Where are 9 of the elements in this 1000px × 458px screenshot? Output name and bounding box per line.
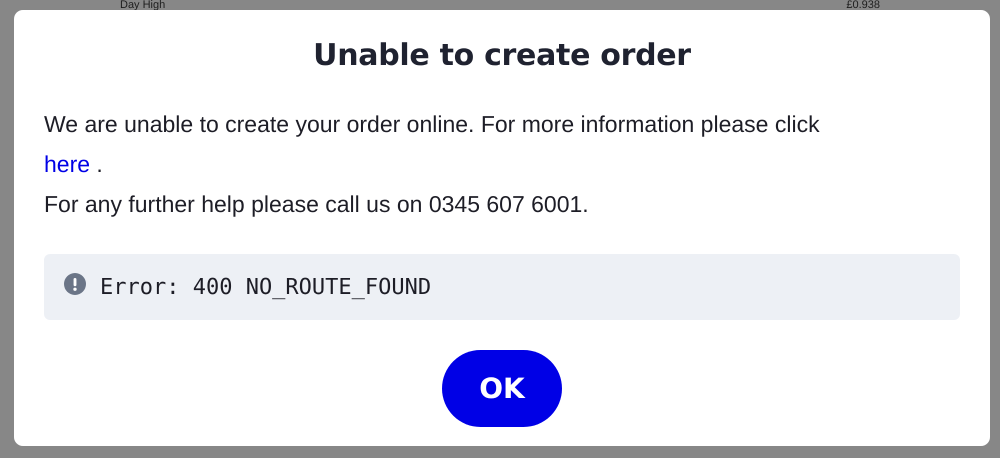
exclamation-icon [64,273,86,295]
ok-button[interactable]: OK [442,350,562,427]
error-text: Error: 400 NO_ROUTE_FOUND [100,274,432,300]
message-text: We are unable to create your order online. For more information please click here . [44,110,821,179]
dialog-title: Unable to create order [313,37,691,75]
row-label: Day High [120,0,166,10]
message-text: For any further help please call us on 0345 607 6001. [44,190,590,219]
help-link[interactable]: here [44,151,90,177]
row-value: £0.938 [846,0,880,10]
